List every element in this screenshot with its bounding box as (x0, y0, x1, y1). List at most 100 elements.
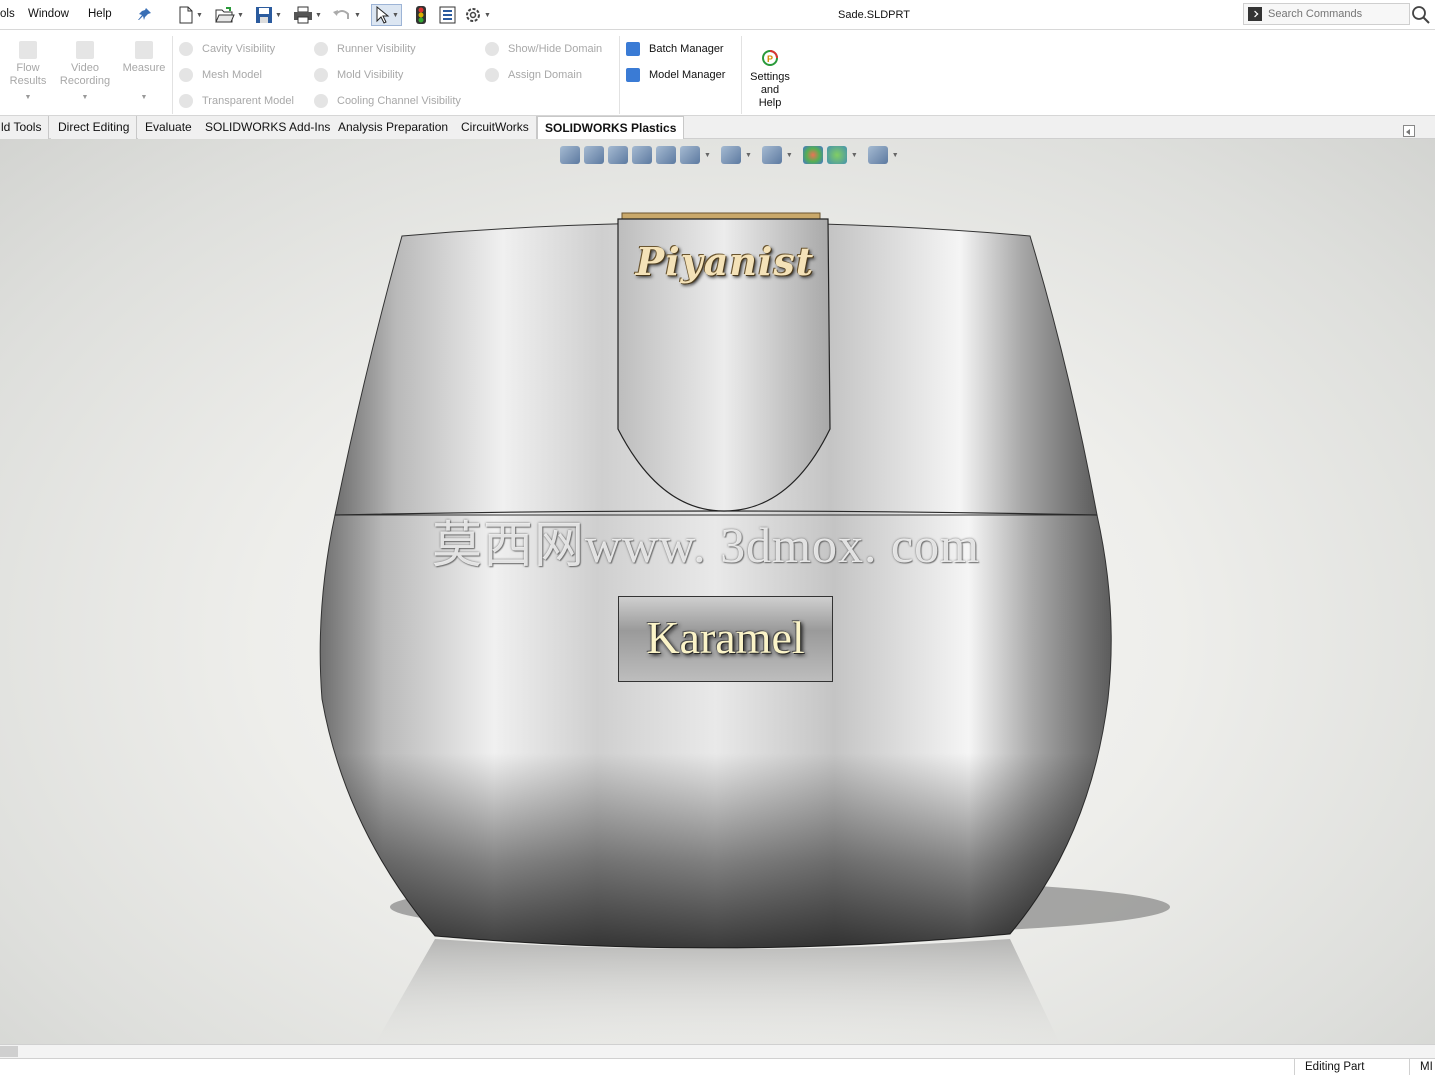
command-prompt-icon (1248, 7, 1262, 21)
scrollbar-thumb[interactable] (0, 1046, 18, 1057)
karamel-engraving: Karamel (646, 612, 805, 663)
menu-help[interactable]: Help (88, 8, 112, 20)
menu-tools[interactable]: ols (0, 8, 15, 20)
watermark-text: 莫西网www. 3dmox. com (432, 517, 981, 573)
batch-manager-label: Batch Manager (649, 43, 724, 55)
traffic-light-icon (416, 6, 426, 24)
runner-visibility-label: Runner Visibility (337, 43, 416, 55)
horizontal-scrollbar[interactable] (0, 1044, 1435, 1058)
assign-domain-icon (485, 68, 499, 82)
cavity-visibility-label: Cavity Visibility (202, 43, 276, 55)
batch-manager-button[interactable]: Batch Manager (626, 42, 724, 56)
rebuild-button[interactable] (415, 5, 427, 25)
status-bar: Editing Part MI (0, 1058, 1435, 1075)
tab-analysis-preparation[interactable]: Analysis Preparation (331, 116, 457, 139)
cooling-channel-icon (314, 94, 328, 108)
open-folder-icon (215, 7, 235, 23)
tab-mold-tools[interactable]: ld Tools (0, 116, 50, 139)
tab-solidworks-plastics[interactable]: SOLIDWORKS Plastics (537, 116, 685, 139)
cursor-arrow-icon (376, 6, 390, 24)
chevron-down-icon[interactable]: ▼ (6, 91, 50, 104)
settings-and-help-button[interactable]: P Settings and Help (745, 49, 795, 110)
mesh-model-button[interactable]: Mesh Model (179, 68, 262, 82)
save-button[interactable]: ▼ (255, 5, 282, 25)
chevron-down-icon[interactable]: ▼ (315, 12, 322, 19)
mold-visibility-icon (314, 68, 328, 82)
chevron-down-icon[interactable]: ▼ (392, 12, 399, 19)
assign-domain-label: Assign Domain (508, 69, 582, 81)
measure-button[interactable]: Measure ▼ (118, 41, 170, 104)
transparent-model-label: Transparent Model (202, 95, 294, 107)
open-button[interactable]: ▼ (215, 5, 244, 25)
video-recording-label-line2: Recording (59, 75, 111, 87)
tab-direct-editing[interactable]: Direct Editing (51, 116, 138, 139)
show-hide-domain-button[interactable]: Show/Hide Domain (485, 42, 602, 56)
flow-results-label-line1: Flow (16, 62, 40, 74)
cavity-visibility-button[interactable]: Cavity Visibility (179, 42, 275, 56)
file-properties-button[interactable] (439, 5, 456, 25)
video-camera-icon (76, 41, 94, 59)
flow-results-label-line2: Results (9, 75, 47, 87)
transparent-model-icon (179, 94, 193, 108)
mold-visibility-label: Mold Visibility (337, 69, 404, 81)
video-recording-label-line1: Video (71, 62, 99, 74)
transparent-model-button[interactable]: Transparent Model (179, 94, 294, 108)
chevron-down-icon[interactable]: ▼ (237, 12, 244, 19)
collapse-panel-icon[interactable] (1403, 125, 1415, 137)
model-manager-label: Model Manager (649, 69, 726, 81)
runner-visibility-button[interactable]: Runner Visibility (314, 42, 416, 56)
piyanist-engraving: Piyanist (635, 239, 815, 284)
show-hide-domain-label: Show/Hide Domain (508, 43, 603, 55)
chevron-down-icon[interactable]: ▼ (118, 91, 170, 104)
runner-visibility-icon (314, 42, 328, 56)
cooling-channel-visibility-button[interactable]: Cooling Channel Visibility (314, 94, 461, 108)
mold-visibility-button[interactable]: Mold Visibility (314, 68, 403, 82)
search-icon[interactable] (1410, 4, 1432, 24)
new-document-icon (179, 6, 193, 24)
settings-label-line3: Help (758, 97, 782, 109)
undo-icon (333, 10, 349, 19)
tab-circuitworks[interactable]: CircuitWorks (454, 116, 537, 139)
tab-evaluate[interactable]: Evaluate (138, 116, 200, 139)
undo-button[interactable]: ▼ (332, 5, 361, 25)
chevron-down-icon[interactable]: ▼ (354, 12, 361, 19)
measure-label: Measure (122, 62, 166, 74)
select-button[interactable]: ▼ (371, 4, 402, 26)
status-editing-mode: Editing Part (1294, 1059, 1388, 1075)
gear-icon (466, 8, 480, 22)
video-recording-button[interactable]: Video Recording ▼ (56, 41, 114, 104)
menu-window[interactable]: Window (28, 8, 69, 20)
svg-text:P: P (767, 54, 773, 64)
pin-icon[interactable] (138, 7, 152, 21)
settings-label-line1: Settings (750, 71, 790, 83)
document-title: Sade.SLDPRT (838, 9, 910, 21)
graphics-area[interactable]: ▼ ▼ ▼ ▼ ▼ Piyanist 莫西网www. 3dmox. com Ka… (0, 139, 1435, 1044)
print-button[interactable]: ▼ (293, 5, 322, 25)
chevron-down-icon[interactable]: ▼ (484, 12, 491, 19)
print-icon (294, 6, 312, 24)
flow-results-button[interactable]: Flow Results ▼ (6, 41, 50, 104)
chevron-down-icon[interactable]: ▼ (275, 12, 282, 19)
options-button[interactable]: ▼ (464, 5, 491, 25)
file-properties-icon (439, 6, 456, 24)
search-commands-box[interactable] (1243, 3, 1410, 25)
command-tabs: ld Tools Direct Editing Evaluate SOLIDWO… (0, 116, 1435, 139)
karamel-label-plate: Karamel (618, 596, 833, 682)
new-document-button[interactable]: ▼ (178, 5, 203, 25)
mesh-model-label: Mesh Model (202, 69, 262, 81)
flow-results-icon (19, 41, 37, 59)
command-manager-ribbon: Flow Results ▼ Video Recording ▼ Measure… (0, 31, 1435, 116)
title-bar: ols Window Help ▼ ▼ ▼ ▼ ▼ ▼ ▼ Sade.SLDPR… (0, 0, 1435, 30)
ribbon-separator (619, 36, 620, 114)
chevron-down-icon[interactable]: ▼ (56, 91, 114, 104)
ribbon-separator (172, 36, 173, 114)
tab-solidworks-add-ins[interactable]: SOLIDWORKS Add-Ins (198, 116, 339, 139)
model-manager-button[interactable]: Model Manager (626, 68, 725, 82)
chevron-down-icon[interactable]: ▼ (196, 12, 203, 19)
status-units[interactable]: MI (1409, 1059, 1435, 1075)
ribbon-separator (741, 36, 742, 114)
mesh-model-icon (179, 68, 193, 82)
batch-manager-icon (626, 42, 640, 56)
search-input[interactable] (1268, 6, 1406, 22)
assign-domain-button[interactable]: Assign Domain (485, 68, 582, 82)
